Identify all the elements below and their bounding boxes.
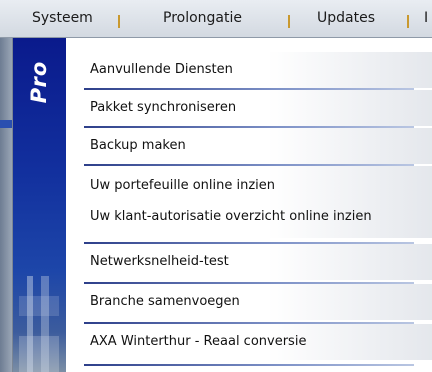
menu-item-label: Netwerksnelheid-test <box>90 254 229 269</box>
menu-bar: Systeem Prolongatie Updates I <box>0 0 432 38</box>
menu-item-netwerksnelheid-test[interactable]: Netwerksnelheid-test <box>66 244 432 280</box>
menu-item-label: Aanvullende Diensten <box>90 62 233 77</box>
menu-updates[interactable]: Updates <box>317 0 375 37</box>
menu-item-portefeuille-online[interactable]: Uw portefeuille online inzien <box>66 166 432 200</box>
menu-divider <box>84 364 414 366</box>
menu-item-label: Pakket synchroniseren <box>90 100 237 115</box>
pro-brand-panel: Pro <box>13 38 66 372</box>
background-indicator <box>0 120 12 128</box>
menu-item-axa-winterthur-reaal[interactable]: AXA Winterthur - Reaal conversie <box>66 324 432 360</box>
brand-decoration <box>19 276 59 372</box>
pro-logo: Pro <box>27 60 51 104</box>
menu-item-label: Uw klant-autorisatie overzicht online in… <box>90 209 372 224</box>
menubar-separator <box>288 15 290 28</box>
menu-item-label: Backup maken <box>90 138 186 153</box>
background-window-edge <box>0 38 12 372</box>
menu-item-label: Uw portefeuille online inzien <box>90 178 276 193</box>
menu-item-branche-samenvoegen[interactable]: Branche samenvoegen <box>66 284 432 320</box>
menu-item-label: AXA Winterthur - Reaal conversie <box>90 334 307 349</box>
menubar-separator <box>118 15 120 28</box>
menu-item-aanvullende-diensten[interactable]: Aanvullende Diensten <box>66 52 432 88</box>
menu-truncated[interactable]: I <box>424 0 428 37</box>
menu-item-backup-maken[interactable]: Backup maken <box>66 128 432 164</box>
menu-systeem[interactable]: Systeem <box>32 0 93 37</box>
menubar-separator <box>407 15 409 28</box>
menu-item-pakket-synchroniseren[interactable]: Pakket synchroniseren <box>66 90 432 126</box>
menu-prolongatie[interactable]: Prolongatie <box>163 0 242 37</box>
systeem-dropdown-menu: Pro Aanvullende Diensten Pakket synchron… <box>12 38 432 372</box>
menu-item-klant-autorisatie-online[interactable]: Uw klant-autorisatie overzicht online in… <box>66 200 432 238</box>
menu-item-label: Branche samenvoegen <box>90 294 240 309</box>
